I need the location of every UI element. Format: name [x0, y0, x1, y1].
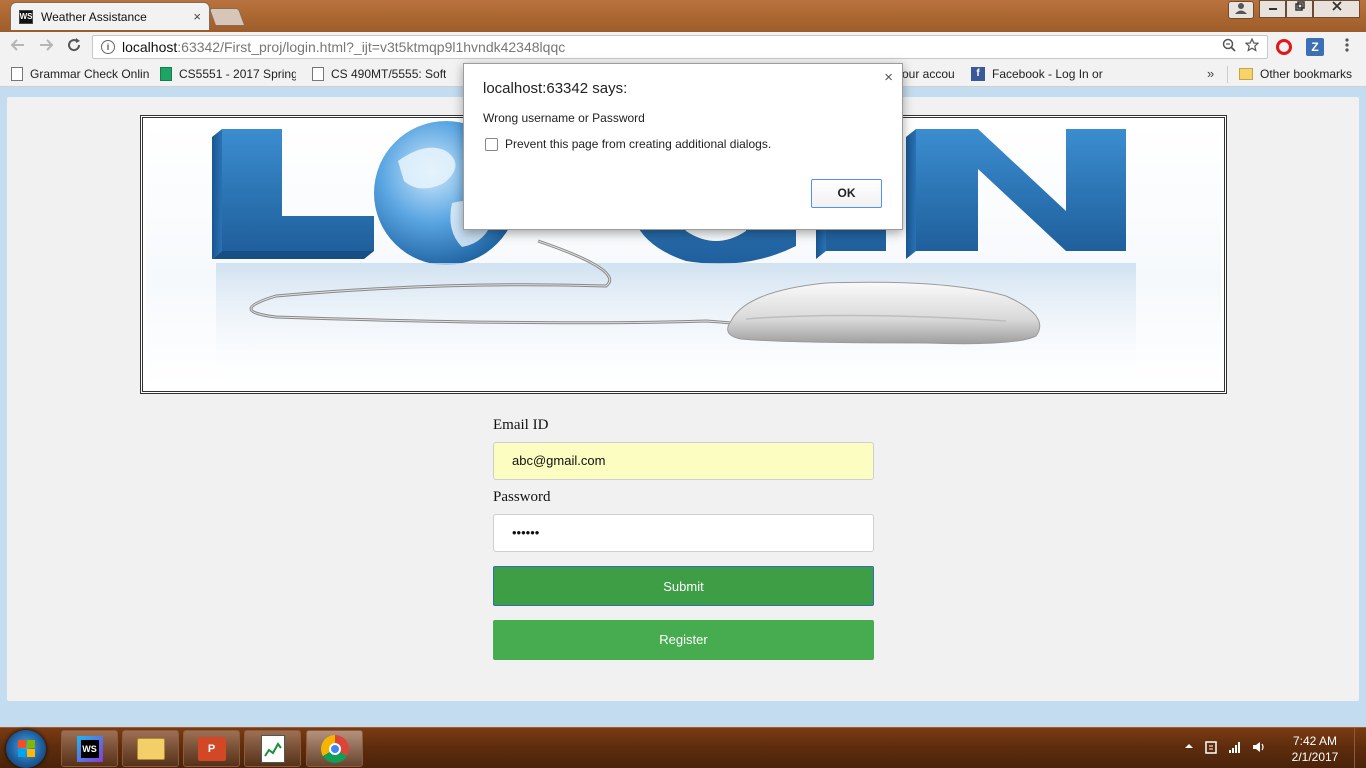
system-tray	[1184, 740, 1266, 757]
webstorm-icon: WS	[76, 735, 103, 762]
browser-toolbar: i localhost:63342/First_proj/login.html?…	[0, 32, 1366, 62]
other-bookmarks[interactable]: Other bookmarks	[1239, 67, 1352, 81]
folder-icon	[136, 737, 165, 760]
sheets-icon	[160, 67, 172, 81]
bookmark-label: our accou	[902, 67, 955, 81]
bookmark-cs5551[interactable]: CS5551 - 2017 Spring	[160, 67, 296, 81]
dialog-message: Wrong username or Password	[483, 111, 645, 125]
show-desktop-button[interactable]	[1354, 728, 1366, 768]
address-bar[interactable]: i localhost:63342/First_proj/login.html?…	[92, 35, 1268, 59]
tab-close-icon[interactable]: ×	[193, 9, 201, 24]
other-bookmarks-label: Other bookmarks	[1260, 67, 1353, 81]
bookmark-cs490mt[interactable]: CS 490MT/5555: Softv	[312, 67, 446, 81]
tab-title: Weather Assistance	[41, 9, 147, 24]
submit-button[interactable]: Submit	[493, 566, 874, 606]
dialog-close-icon[interactable]: ×	[884, 69, 893, 86]
email-field[interactable]: abc@gmail.com	[493, 442, 874, 480]
bookmark-grammar-check[interactable]: Grammar Check Onlin	[11, 67, 149, 81]
window-controls	[1259, 0, 1360, 20]
folder-icon	[1239, 68, 1253, 80]
email-label: Email ID	[493, 417, 549, 433]
clock-time: 7:42 AM	[1292, 734, 1338, 748]
url-path: :63342/First_proj/login.html?_ijt=v3t5kt…	[177, 39, 566, 55]
windows-logo-icon	[18, 740, 35, 757]
password-label: Password	[493, 489, 551, 505]
bookmark-label: Facebook - Log In or	[992, 67, 1103, 81]
url-host: localhost	[122, 39, 178, 55]
volume-icon[interactable]	[1252, 740, 1266, 757]
bookmark-label: CS5551 - 2017 Spring	[179, 67, 296, 81]
page-icon	[11, 67, 23, 81]
taskbar-chrome[interactable]	[306, 730, 363, 767]
ok-button[interactable]: OK	[811, 179, 882, 208]
bookmark-star-icon[interactable]	[1244, 37, 1260, 55]
password-field[interactable]: ••••••	[493, 514, 874, 552]
project-icon	[260, 734, 285, 763]
page-icon	[312, 67, 324, 81]
action-center-icon[interactable]	[1204, 740, 1218, 757]
taskbar-project[interactable]	[244, 730, 301, 767]
taskbar-file-explorer[interactable]	[122, 730, 179, 767]
bookmark-label: CS 490MT/5555: Softv	[331, 67, 446, 81]
user-profile-icon[interactable]	[1228, 1, 1254, 19]
bookmark-facebook[interactable]: f Facebook - Log In or	[971, 67, 1106, 81]
z-extension-icon[interactable]: Z	[1306, 38, 1324, 56]
prevent-dialogs-checkbox[interactable]	[485, 138, 498, 151]
dialog-title: localhost:63342 says:	[483, 80, 628, 97]
taskbar-powerpoint[interactable]: P	[183, 730, 240, 767]
clock-date: 2/1/2017	[1291, 750, 1339, 764]
bookmarks-overflow-icon[interactable]: »	[1207, 66, 1214, 81]
start-button[interactable]	[6, 730, 46, 768]
system-clock[interactable]: 7:42 AM 2/1/2017	[1290, 733, 1340, 765]
webstorm-favicon-icon: WS	[19, 9, 33, 24]
forward-arrow-icon[interactable]	[36, 37, 56, 57]
network-icon[interactable]	[1228, 740, 1242, 757]
back-arrow-icon[interactable]	[8, 37, 28, 57]
facebook-icon: f	[971, 67, 985, 81]
menu-dots-icon[interactable]	[1344, 37, 1350, 53]
restore-icon[interactable]	[1286, 0, 1313, 18]
login-form: Email ID abc@gmail.com Password •••••• S…	[493, 417, 874, 660]
browser-tab[interactable]: WS Weather Assistance ×	[10, 2, 210, 30]
minimize-icon[interactable]	[1259, 0, 1286, 18]
register-button[interactable]: Register	[493, 620, 874, 660]
bookmarks-divider	[1227, 66, 1228, 83]
chrome-icon	[320, 734, 349, 763]
browser-titlebar: WS Weather Assistance ×	[0, 0, 1366, 32]
windows-taskbar: WS P 7:42 AM 2/1/2017	[0, 727, 1366, 768]
taskbar-webstorm[interactable]: WS	[61, 730, 118, 767]
bookmark-your-account[interactable]: our accou	[902, 67, 960, 81]
new-tab-button[interactable]	[208, 8, 246, 26]
reload-icon[interactable]	[64, 37, 84, 57]
zoom-icon[interactable]	[1222, 38, 1236, 55]
prevent-dialogs-label[interactable]: Prevent this page from creating addition…	[505, 137, 771, 151]
alert-dialog: localhost:63342 says: × Wrong username o…	[463, 63, 903, 230]
powerpoint-icon: P	[197, 736, 226, 761]
show-hidden-icons-icon[interactable]	[1184, 740, 1194, 757]
bookmark-label: Grammar Check Onlin	[30, 67, 149, 81]
opera-extension-icon[interactable]	[1276, 39, 1292, 55]
close-window-icon[interactable]	[1313, 0, 1360, 18]
site-info-icon[interactable]: i	[101, 40, 115, 54]
